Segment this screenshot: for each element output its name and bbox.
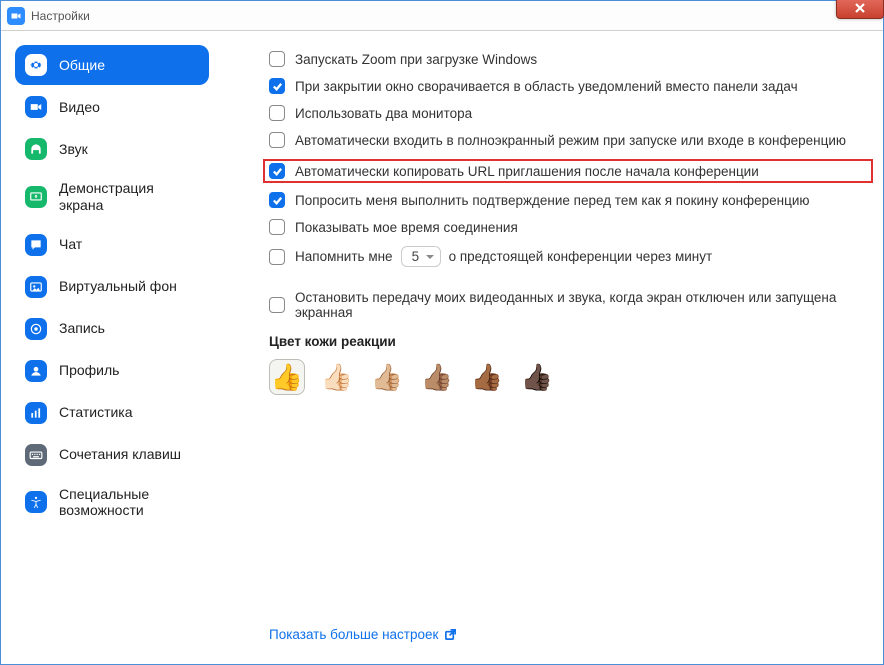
checkbox[interactable] <box>269 132 285 148</box>
skin-tone-title: Цвет кожи реакции <box>269 334 873 349</box>
sidebar-item-label: Демонстрация экрана <box>59 180 199 214</box>
checkbox[interactable] <box>269 163 285 179</box>
setting-row: Использовать два монитора <box>269 105 873 121</box>
setting-remind: Напомнить мне 5 о предстоящей конференци… <box>269 246 873 267</box>
sidebar-item-accessibility[interactable]: Специальные возможности <box>15 477 209 529</box>
sidebar-item-label: Чат <box>59 236 82 253</box>
checkbox[interactable] <box>269 51 285 67</box>
sidebar-item-label: Статистика <box>59 404 133 421</box>
checkbox[interactable] <box>269 192 285 208</box>
share-screen-icon <box>25 186 47 208</box>
sidebar-item-profile[interactable]: Профиль <box>15 351 209 391</box>
keyboard-icon <box>25 444 47 466</box>
stop-video-label: Остановить передачу моих видеоданных и з… <box>295 290 873 320</box>
sidebar-item-label: Виртуальный фон <box>59 278 177 295</box>
gear-icon <box>25 54 47 76</box>
sidebar-item-gear[interactable]: Общие <box>15 45 209 85</box>
sidebar-item-share-screen[interactable]: Демонстрация экрана <box>15 171 209 223</box>
remind-select[interactable]: 5 <box>401 246 441 267</box>
record-icon <box>25 318 47 340</box>
window-title: Настройки <box>31 9 90 23</box>
checkbox[interactable] <box>269 105 285 121</box>
sidebar-item-headphones[interactable]: Звук <box>15 129 209 169</box>
sidebar-item-label: Запись <box>59 320 105 337</box>
setting-label: Автоматически входить в полноэкранный ре… <box>295 133 846 148</box>
sidebar-item-keyboard[interactable]: Сочетания клавиш <box>15 435 209 475</box>
titlebar: Настройки <box>1 1 883 31</box>
setting-row: Запускать Zoom при загрузке Windows <box>269 51 873 67</box>
sidebar-item-virtual-bg[interactable]: Виртуальный фон <box>15 267 209 307</box>
skin-tone-option[interactable]: 👍🏿 <box>519 359 555 395</box>
setting-label: Показывать мое время соединения <box>295 220 518 235</box>
chat-icon <box>25 234 47 256</box>
close-button[interactable] <box>836 0 884 19</box>
sidebar: Общие Видео Звук Демонстрация экрана Чат Вирт… <box>1 31 219 664</box>
sidebar-item-label: Специальные возможности <box>59 486 199 520</box>
sidebar-item-label: Общие <box>59 57 105 74</box>
sidebar-item-label: Сочетания клавиш <box>59 446 181 463</box>
skin-tone-option[interactable]: 👍 <box>269 359 305 395</box>
setting-row: Попросить меня выполнить подтверждение п… <box>269 192 873 208</box>
sidebar-item-chat[interactable]: Чат <box>15 225 209 265</box>
skin-tone-option[interactable]: 👍🏼 <box>369 359 405 395</box>
checkbox[interactable] <box>269 219 285 235</box>
sidebar-item-record[interactable]: Запись <box>15 309 209 349</box>
setting-label: Запускать Zoom при загрузке Windows <box>295 52 537 67</box>
setting-label: Автоматически копировать URL приглашения… <box>295 164 759 179</box>
skin-tone-option[interactable]: 👍🏽 <box>419 359 455 395</box>
accessibility-icon <box>25 491 47 513</box>
setting-label: Попросить меня выполнить подтверждение п… <box>295 193 810 208</box>
virtual-bg-icon <box>25 276 47 298</box>
checkbox-remind[interactable] <box>269 249 285 265</box>
skin-tones: 👍 👍🏻 👍🏼 👍🏽 👍🏾 👍🏿 <box>269 359 873 395</box>
checkbox[interactable] <box>269 78 285 94</box>
more-settings-label: Показать больше настроек <box>269 627 438 642</box>
app-icon <box>7 7 25 25</box>
remind-suffix: о предстоящей конференции через минут <box>449 249 713 264</box>
setting-label: При закрытии окно сворачивается в област… <box>295 79 798 94</box>
stats-icon <box>25 402 47 424</box>
external-link-icon <box>444 628 457 641</box>
setting-stop-video: Остановить передачу моих видеоданных и з… <box>269 290 873 320</box>
setting-label: Использовать два монитора <box>295 106 472 121</box>
remind-prefix: Напомнить мне <box>295 249 393 264</box>
profile-icon <box>25 360 47 382</box>
sidebar-item-label: Видео <box>59 99 100 116</box>
skin-tone-option[interactable]: 👍🏾 <box>469 359 505 395</box>
sidebar-item-label: Профиль <box>59 362 119 379</box>
sidebar-item-label: Звук <box>59 141 88 158</box>
sidebar-item-video[interactable]: Видео <box>15 87 209 127</box>
headphones-icon <box>25 138 47 160</box>
skin-tone-option[interactable]: 👍🏻 <box>319 359 355 395</box>
setting-row: При закрытии окно сворачивается в област… <box>269 78 873 94</box>
video-icon <box>25 96 47 118</box>
main-panel: Запускать Zoom при загрузке Windows При з… <box>219 31 883 664</box>
checkbox-stop-video[interactable] <box>269 297 285 313</box>
content: Общие Видео Звук Демонстрация экрана Чат Вирт… <box>1 31 883 664</box>
setting-row: Автоматически входить в полноэкранный ре… <box>269 132 873 148</box>
setting-row: Показывать мое время соединения <box>269 219 873 235</box>
more-settings-link[interactable]: Показать больше настроек <box>269 627 457 642</box>
setting-row: Автоматически копировать URL приглашения… <box>263 159 873 183</box>
sidebar-item-stats[interactable]: Статистика <box>15 393 209 433</box>
